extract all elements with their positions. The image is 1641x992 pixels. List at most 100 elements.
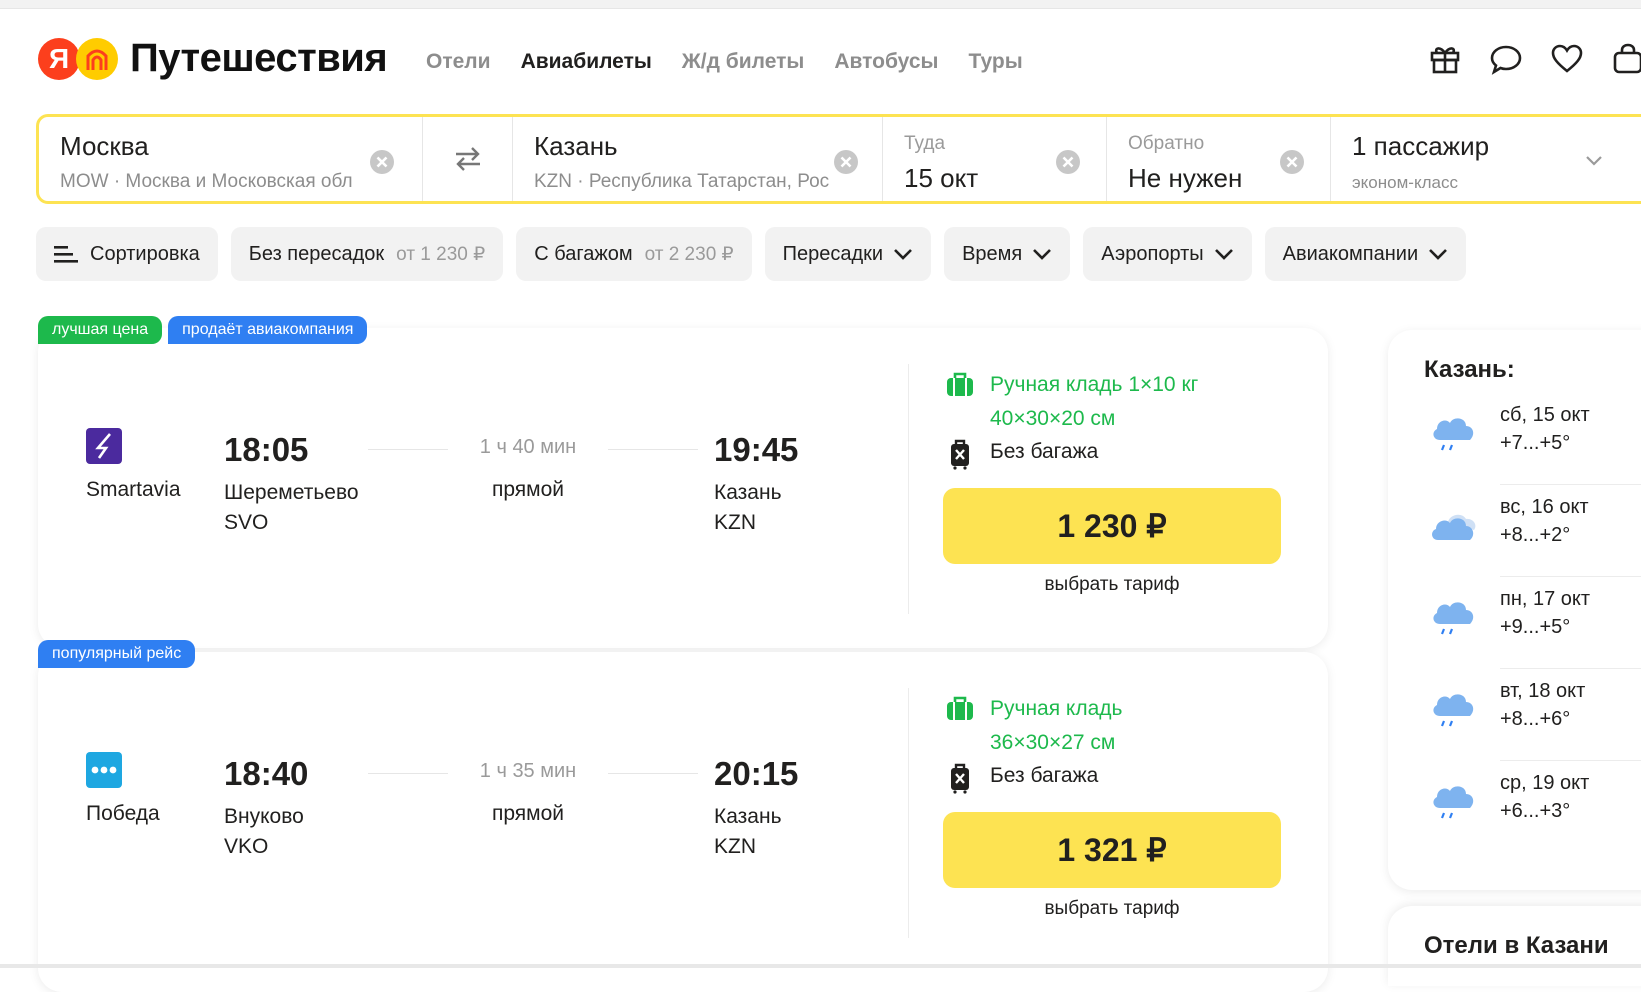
logo[interactable]: Я Путешествия — [38, 36, 388, 81]
badges: лучшая цена продаёт авиакомпания — [38, 316, 368, 344]
heart-icon[interactable] — [1550, 42, 1584, 76]
bottom-border — [0, 964, 1641, 968]
chat-icon[interactable] — [1489, 42, 1523, 76]
departure-airport: Внуково VKO — [224, 802, 304, 862]
arrival-airport-code: KZN — [714, 511, 756, 534]
cabin-class: эконом-класс — [1352, 173, 1458, 192]
gift-icon[interactable] — [1428, 42, 1462, 76]
filter-airlines-label: Авиакомпании — [1282, 242, 1419, 265]
clear-from-icon[interactable] — [369, 149, 395, 175]
nav-hotels[interactable]: Отели — [426, 50, 491, 74]
travel-logo-icon — [76, 37, 118, 80]
filter-airports[interactable]: Аэропорты — [1083, 227, 1252, 281]
flight-duration: 1 ч 40 мин — [448, 436, 608, 459]
flight-duration: 1 ч 35 мин — [448, 760, 608, 783]
weather-date: вс, 16 окт — [1500, 496, 1589, 518]
airline-name: Победа — [86, 802, 160, 825]
clear-return-icon[interactable] — [1279, 149, 1305, 175]
clear-depart-icon[interactable] — [1055, 149, 1081, 175]
filter-time[interactable]: Время — [944, 227, 1071, 281]
badges: популярный рейс — [38, 640, 196, 668]
nav-tours[interactable]: Туры — [968, 50, 1022, 74]
bag-icon[interactable] — [1611, 42, 1641, 76]
baggage-info: Без багажа — [990, 764, 1099, 787]
hand-luggage-info: Ручная кладь 36×30×27 см — [990, 692, 1122, 760]
sort-icon — [54, 246, 78, 263]
sort-label: Сортировка — [90, 242, 200, 265]
logo-title: Путешествия — [130, 36, 388, 80]
to-city: Казань — [534, 131, 618, 161]
no-baggage-icon — [944, 762, 976, 794]
select-tariff-link[interactable]: выбрать тариф — [943, 898, 1281, 920]
weather-day: вс, 16 окт +8...+2° — [1424, 496, 1641, 588]
passengers-value: 1 пассажир — [1352, 131, 1490, 161]
arrival-airport-code: KZN — [714, 835, 756, 858]
hand-luggage-label: Ручная кладь — [990, 697, 1123, 720]
depart-date-field[interactable]: Туда 15 окт — [883, 117, 1107, 201]
filter-direct[interactable]: Без пересадок от 1 230 ₽ — [230, 227, 504, 281]
nav-buses[interactable]: Автобусы — [834, 50, 938, 74]
departure-airport-name: Внуково — [224, 805, 304, 828]
departure-airport-code: SVO — [224, 511, 269, 534]
hand-luggage-size: 40×30×20 см — [990, 407, 1116, 430]
cloud-icon — [1428, 504, 1480, 548]
filter-transfers[interactable]: Пересадки — [764, 227, 932, 281]
from-field[interactable]: Москва MOW · Москва и Московская обл — [39, 117, 423, 201]
passengers-field[interactable]: 1 пассажир эконом-класс — [1331, 117, 1641, 201]
divider — [908, 364, 909, 614]
to-details: KZN · Республика Татарстан, Рос — [534, 171, 830, 192]
flight-card[interactable]: популярный рейс Победа 18:40 Внуково VKO… — [38, 640, 1328, 992]
chevron-down-icon — [1429, 248, 1448, 260]
swap-button[interactable] — [423, 117, 513, 201]
search-form: Москва MOW · Москва и Московская обл Каз… — [36, 114, 1641, 204]
clear-to-icon[interactable] — [833, 149, 859, 175]
select-tariff-link[interactable]: выбрать тариф — [943, 574, 1281, 596]
smartavia-logo-icon — [86, 428, 122, 464]
weather-date: ср, 19 окт — [1500, 772, 1590, 794]
arrival-airport: Казань KZN — [714, 478, 782, 538]
nav-trains[interactable]: Ж/д билеты — [682, 50, 805, 74]
departure-airport: Шереметьево SVO — [224, 478, 359, 538]
weather-temp: +8...+6° — [1500, 708, 1571, 730]
hotels-widget[interactable]: Отели в Казани — [1388, 906, 1641, 986]
filter-transfers-label: Пересадки — [782, 242, 884, 265]
header-icons — [1428, 42, 1641, 76]
chevron-down-icon — [1586, 156, 1602, 166]
filter-airlines[interactable]: Авиакомпании — [1264, 227, 1467, 281]
yandex-logo-icon: Я — [38, 37, 80, 80]
from-details: MOW · Москва и Московская обл — [60, 171, 353, 192]
return-date-field[interactable]: Обратно Не нужен — [1107, 117, 1331, 201]
divider — [1500, 576, 1641, 577]
departure-time: 18:05 — [224, 431, 309, 468]
hand-luggage-weight: Ручная кладь 1×10 кг — [990, 373, 1199, 396]
flight-stops: прямой — [491, 478, 565, 501]
pobeda-logo-icon — [86, 752, 122, 788]
rain-cloud-icon — [1428, 412, 1480, 456]
filter-airports-label: Аэропорты — [1101, 242, 1204, 265]
chevron-down-icon — [1033, 248, 1052, 260]
depart-label: Туда — [904, 133, 946, 154]
divider — [1500, 760, 1641, 761]
sort-button[interactable]: Сортировка — [36, 227, 218, 281]
airline-name: Smartavia — [86, 478, 181, 501]
filter-baggage[interactable]: С багажом от 2 230 ₽ — [516, 227, 752, 281]
to-field[interactable]: Казань KZN · Республика Татарстан, Рос — [513, 117, 883, 201]
arrival-airport: Казань KZN — [714, 802, 782, 862]
filter-baggage-price: от 2 230 ₽ — [644, 243, 734, 265]
filter-direct-price: от 1 230 ₽ — [396, 243, 486, 265]
swap-icon — [455, 147, 480, 171]
filter-time-label: Время — [962, 242, 1023, 265]
flight-card[interactable]: лучшая цена продаёт авиакомпания Smartav… — [38, 316, 1328, 648]
arrival-city: Казань — [714, 805, 782, 828]
divider — [1500, 668, 1641, 669]
nav-flights[interactable]: Авиабилеты — [521, 50, 652, 74]
price-button[interactable]: 1 230 ₽ — [943, 488, 1281, 564]
return-label: Обратно — [1128, 133, 1205, 154]
weather-widget: Казань: сб, 15 окт +7...+5° вс, 16 окт +… — [1388, 330, 1641, 890]
weather-temp: +8...+2° — [1500, 524, 1571, 546]
divider — [908, 688, 909, 938]
baggage-info: Без багажа — [990, 440, 1099, 463]
price-button[interactable]: 1 321 ₽ — [943, 812, 1281, 888]
divider — [1500, 484, 1641, 485]
rain-cloud-icon — [1428, 596, 1480, 640]
